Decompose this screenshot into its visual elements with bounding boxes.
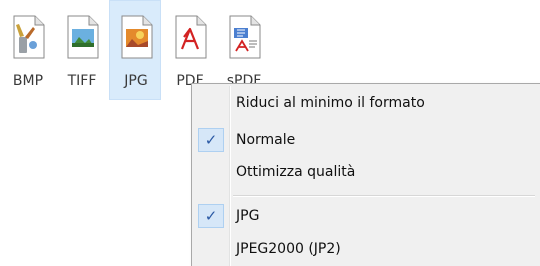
menu-item-minimize-size[interactable]: Riduci al minimo il formato <box>195 89 539 119</box>
pdf-file-icon <box>175 15 207 59</box>
menu-item-label: Normale <box>236 132 296 148</box>
context-menu: Riduci al minimo il formato ✓ Normale Ot… <box>191 83 540 266</box>
format-button-jpg[interactable]: JPG <box>109 0 161 100</box>
spdf-file-icon <box>229 15 261 59</box>
checkmark-icon: ✓ <box>198 204 224 228</box>
menu-item-optimize-quality[interactable]: Ottimizza qualità <box>195 158 539 188</box>
format-button-bmp[interactable]: BMP <box>1 0 53 100</box>
menu-item-jpg[interactable]: ✓ JPG <box>195 202 539 232</box>
tiff-file-icon <box>67 15 99 59</box>
menu-separator-highlight <box>233 196 535 197</box>
menu-item-label: Ottimizza qualità <box>236 164 356 180</box>
format-label: BMP <box>12 73 44 89</box>
bmp-file-icon <box>13 15 45 59</box>
format-label: TIFF <box>67 73 97 89</box>
menu-item-normal[interactable]: ✓ Normale <box>195 126 539 156</box>
format-button-tiff[interactable]: TIFF <box>55 0 107 100</box>
menu-item-label: Riduci al minimo il formato <box>236 95 425 111</box>
checkmark-icon: ✓ <box>198 128 224 152</box>
jpg-file-icon <box>121 15 153 59</box>
format-label: JPG <box>124 73 148 89</box>
menu-item-label: JPEG2000 (JP2) <box>236 241 341 257</box>
menu-item-label: JPG <box>236 208 260 224</box>
menu-item-jpeg2000[interactable]: JPEG2000 (JP2) <box>195 235 539 265</box>
